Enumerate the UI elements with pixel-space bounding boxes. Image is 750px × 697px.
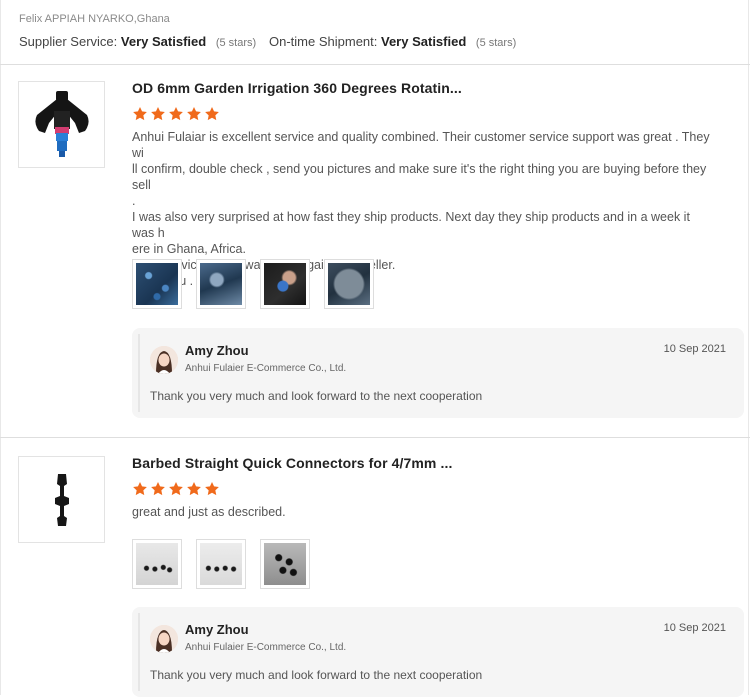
- shipment-rating: On-time Shipment: Very Satisfied (5 star…: [269, 34, 516, 49]
- shipment-stars: (5 stars): [475, 37, 517, 49]
- star-rating: [132, 106, 220, 122]
- avatar: [150, 346, 178, 374]
- reply-author: Amy Zhou: [185, 622, 249, 637]
- supplier-service-value: Very Satisfied: [120, 34, 207, 49]
- avatar: [150, 625, 178, 653]
- reply-text: Thank you very much and look forward to …: [150, 668, 483, 682]
- review-photo[interactable]: [196, 539, 246, 589]
- star-icon: [169, 482, 183, 496]
- product-thumbnail[interactable]: [18, 456, 105, 543]
- star-icon: [151, 107, 165, 121]
- product-title[interactable]: OD 6mm Garden Irrigation 360 Degrees Rot…: [132, 80, 462, 96]
- review-photo[interactable]: [260, 259, 310, 309]
- reply-date: 10 Sep 2021: [663, 622, 726, 634]
- star-icon: [133, 482, 147, 496]
- review-photo[interactable]: [260, 539, 310, 589]
- review-photo[interactable]: [324, 259, 374, 309]
- star-icon: [133, 107, 147, 121]
- star-icon: [187, 482, 201, 496]
- seller-reply: Amy Zhou Anhui Fulaier E-Commerce Co., L…: [132, 607, 744, 697]
- star-icon: [187, 107, 201, 121]
- product-thumbnail[interactable]: [18, 81, 105, 168]
- shipment-value: Very Satisfied: [381, 34, 467, 49]
- review-photo[interactable]: [132, 539, 182, 589]
- reply-company: Anhui Fulaier E-Commerce Co., Ltd.: [185, 642, 347, 653]
- review-line: I was also very surprised at how fast th…: [132, 210, 690, 240]
- review-line: ere in Ghana, Africa.: [132, 242, 246, 256]
- supplier-service-rating: Supplier Service: Very Satisfied (5 star…: [19, 34, 256, 49]
- reviewer-name: Felix APPIAH NYARKO,Ghana: [19, 13, 170, 25]
- review-line: Anhui Fulaiar is excellent service and q…: [132, 130, 710, 160]
- reply-accent: [138, 613, 140, 691]
- connector-image: [54, 473, 69, 526]
- sprinkler-image: [34, 91, 89, 157]
- review-line: .: [132, 194, 136, 208]
- supplier-service-stars: (5 stars): [215, 37, 257, 49]
- shipment-label: On-time Shipment:: [269, 34, 378, 49]
- review-line: ll confirm, double check , send you pict…: [132, 162, 707, 192]
- review-text: great and just as described.: [132, 504, 712, 520]
- divider: [0, 437, 750, 438]
- seller-reply: Amy Zhou Anhui Fulaier E-Commerce Co., L…: [132, 328, 744, 418]
- star-icon: [205, 482, 219, 496]
- reply-company: Anhui Fulaier E-Commerce Co., Ltd.: [185, 363, 347, 374]
- product-title[interactable]: Barbed Straight Quick Connectors for 4/7…: [132, 455, 452, 471]
- reply-date: 10 Sep 2021: [663, 343, 726, 355]
- review-photo[interactable]: [132, 259, 182, 309]
- review-photos: [132, 259, 374, 309]
- review-photos: [132, 539, 310, 589]
- supplier-service-label: Supplier Service:: [19, 34, 118, 49]
- reply-author: Amy Zhou: [185, 343, 249, 358]
- review-line: great and just as described.: [132, 505, 286, 519]
- star-icon: [205, 107, 219, 121]
- divider: [0, 64, 750, 65]
- review-photo[interactable]: [196, 259, 246, 309]
- reply-accent: [138, 334, 140, 412]
- star-rating: [132, 481, 220, 497]
- star-icon: [151, 482, 165, 496]
- reply-text: Thank you very much and look forward to …: [150, 389, 483, 403]
- star-icon: [169, 107, 183, 121]
